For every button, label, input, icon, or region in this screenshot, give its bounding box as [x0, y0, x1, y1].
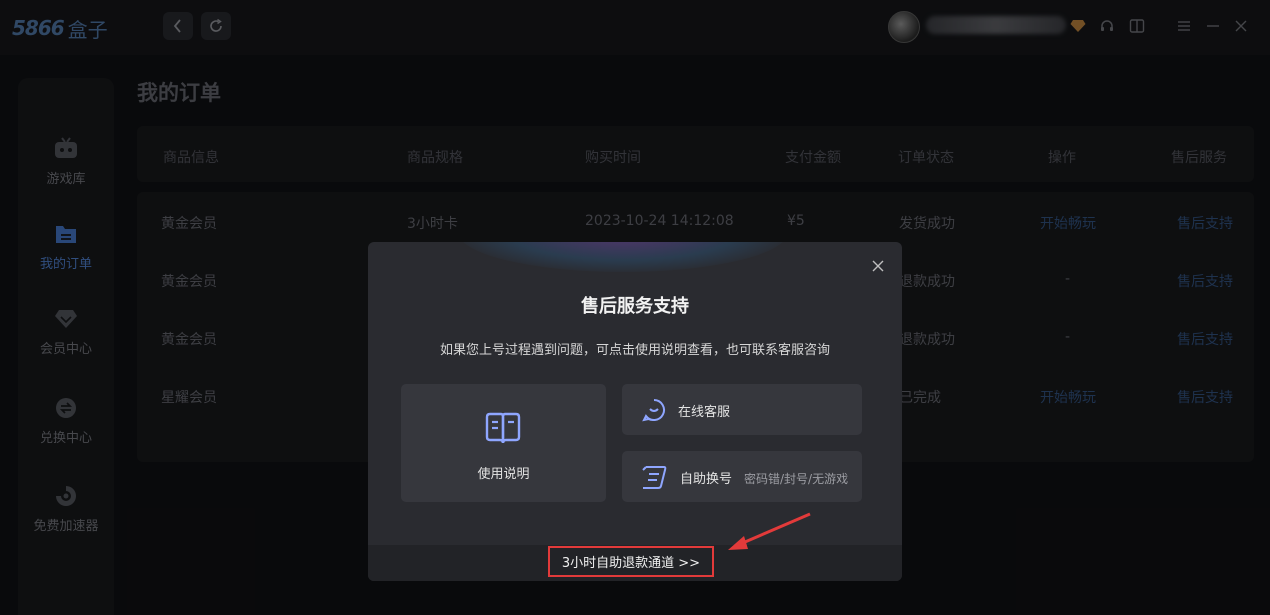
self-switch-card[interactable]: 自助换号 密码错/封号/无游戏 — [622, 451, 862, 502]
annotation-arrow-icon — [728, 512, 811, 550]
dialog-description: 如果您上号过程遇到问题，可点击使用说明查看，也可联系客服咨询 — [439, 343, 830, 358]
self-switch-label: 自助换号 — [680, 472, 733, 487]
online-support-card[interactable]: 在线客服 — [622, 384, 862, 435]
header-glow — [458, 242, 788, 272]
book-icon — [485, 412, 521, 444]
after-sales-dialog: 售后服务支持 如果您上号过程遇到问题，可点击使用说明查看，也可联系客服咨询 使用… — [368, 242, 902, 581]
chat-bubble-icon — [642, 399, 665, 422]
manual-card[interactable]: 使用说明 — [401, 384, 606, 502]
switch-account-icon — [642, 466, 667, 489]
manual-label: 使用说明 — [477, 467, 530, 482]
dialog-title: 售后服务支持 — [581, 296, 689, 317]
close-button[interactable] — [868, 256, 888, 276]
online-support-label: 在线客服 — [678, 405, 731, 420]
refund-channel-button[interactable]: 3小时自助退款通道 >> — [548, 546, 714, 577]
close-icon — [872, 260, 884, 272]
self-switch-subtitle: 密码错/封号/无游戏 — [744, 472, 849, 486]
